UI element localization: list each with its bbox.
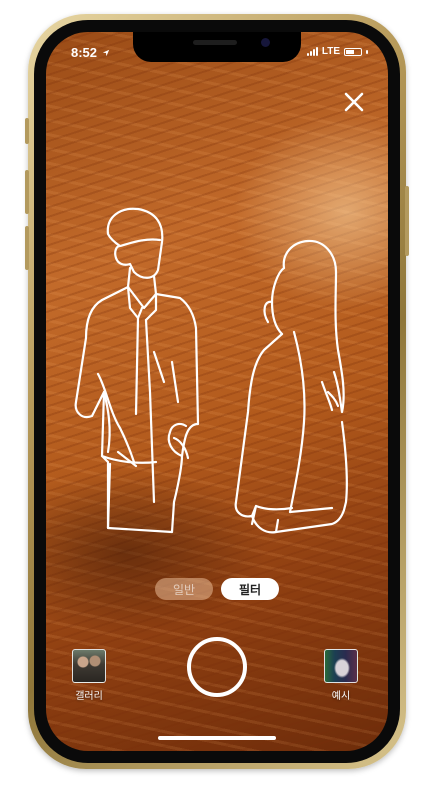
side-button-volume-up: [25, 170, 29, 214]
camera-screen: 8:52 LTE 일반 필터 갤러리 예시: [46, 32, 388, 751]
gallery-label: 갤러리: [75, 691, 103, 702]
mode-toggle: 일반 필터: [46, 578, 388, 600]
woman-outline: [234, 239, 348, 534]
mode-normal-button[interactable]: 일반: [155, 578, 213, 600]
gallery-thumbnail: [72, 649, 106, 683]
gallery-button[interactable]: 갤러리: [72, 649, 106, 702]
home-indicator[interactable]: [158, 736, 276, 740]
man-outline: [74, 207, 200, 534]
example-label: 예시: [331, 691, 351, 702]
mode-filter-button[interactable]: 필터: [221, 578, 279, 600]
side-button-volume-down: [25, 226, 29, 270]
shutter-button[interactable]: [187, 637, 247, 697]
side-button-mute: [25, 118, 29, 144]
example-button[interactable]: 예시: [324, 649, 358, 702]
side-button-power: [405, 186, 409, 256]
example-thumbnail: [324, 649, 358, 683]
